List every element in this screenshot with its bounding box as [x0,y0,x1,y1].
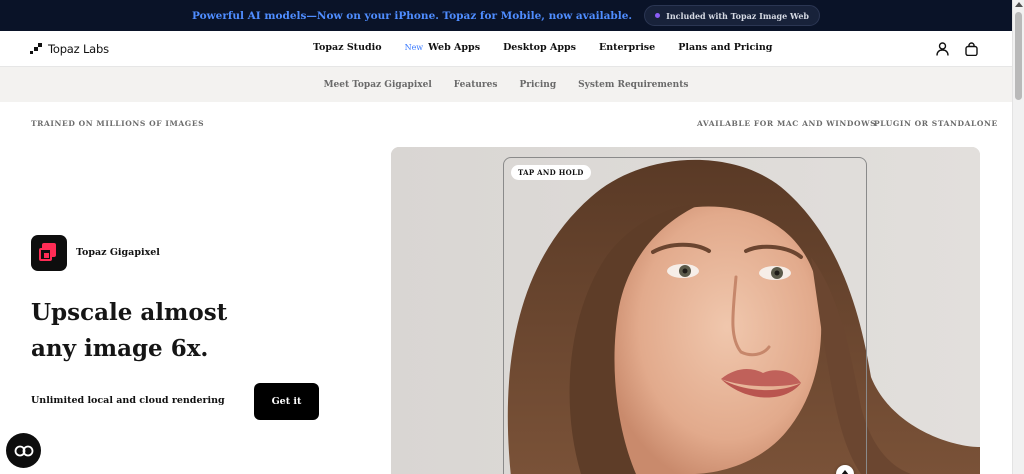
subnav-system-requirements[interactable]: System Requirements [578,80,688,90]
header-icons [936,42,978,56]
infinity-icon [14,445,33,456]
hero-comparison-image[interactable]: TAP AND HOLD [391,147,980,474]
nav-enterprise[interactable]: Enterprise [599,42,655,53]
nav-topaz-studio[interactable]: Topaz Studio [313,42,382,53]
subnav-features[interactable]: Features [454,80,498,90]
hero-subtext: Unlimited local and cloud rendering [31,395,225,406]
nav-plans-pricing[interactable]: Plans and Pricing [678,42,772,53]
announcement-pill-label: Included with Topaz Image Web [666,10,809,21]
tap-and-hold-badge: TAP AND HOLD [511,165,591,180]
tag-trained: TRAINED ON MILLIONS OF IMAGES [31,119,205,128]
product-subnav: Meet Topaz Gigapixel Features Pricing Sy… [0,67,1012,102]
comparison-frame[interactable] [503,157,867,474]
announcement-pill[interactable]: Included with Topaz Image Web [644,5,820,26]
main-nav: Topaz Studio New Web Apps Desktop Apps E… [313,42,795,53]
site-header: Topaz Labs Topaz Studio New Web Apps Des… [0,31,1012,67]
get-it-button[interactable]: Get it [254,383,319,420]
topaz-logo[interactable]: Topaz Labs [30,42,109,56]
scrollbar-thumb[interactable] [1015,12,1022,100]
pill-dot-icon [655,13,661,18]
headline-line-1: Upscale almost [31,299,228,326]
scroll-up-arrow-icon[interactable] [1015,2,1023,7]
product-name: Topaz Gigapixel [76,247,160,258]
headline-line-2: any image 6x. [31,335,209,362]
topaz-logo-icon [30,43,42,55]
nav-web-apps[interactable]: Web Apps [428,42,480,53]
tag-mac-windows: AVAILABLE FOR MAC AND WINDOWS [697,119,877,128]
shopping-bag-icon[interactable] [965,42,978,56]
tag-plugin-standalone: PLUGIN OR STANDALONE [874,119,998,128]
logo-text: Topaz Labs [48,42,109,56]
announcement-bar[interactable]: Powerful AI models—Now on your iPhone. T… [0,0,1012,31]
user-icon[interactable] [936,42,949,56]
nav-desktop-apps[interactable]: Desktop Apps [503,42,576,53]
scrollbar[interactable] [1012,0,1024,474]
nav-new-badge: New [404,43,424,52]
subnav-meet-gigapixel[interactable]: Meet Topaz Gigapixel [324,80,432,90]
gigapixel-app-icon [31,235,67,271]
hero-headline: Upscale almost any image 6x. [31,295,291,367]
announcement-text[interactable]: Powerful AI models—Now on your iPhone. T… [192,10,632,22]
chat-widget-button[interactable] [6,433,41,468]
subnav-pricing[interactable]: Pricing [519,80,556,90]
